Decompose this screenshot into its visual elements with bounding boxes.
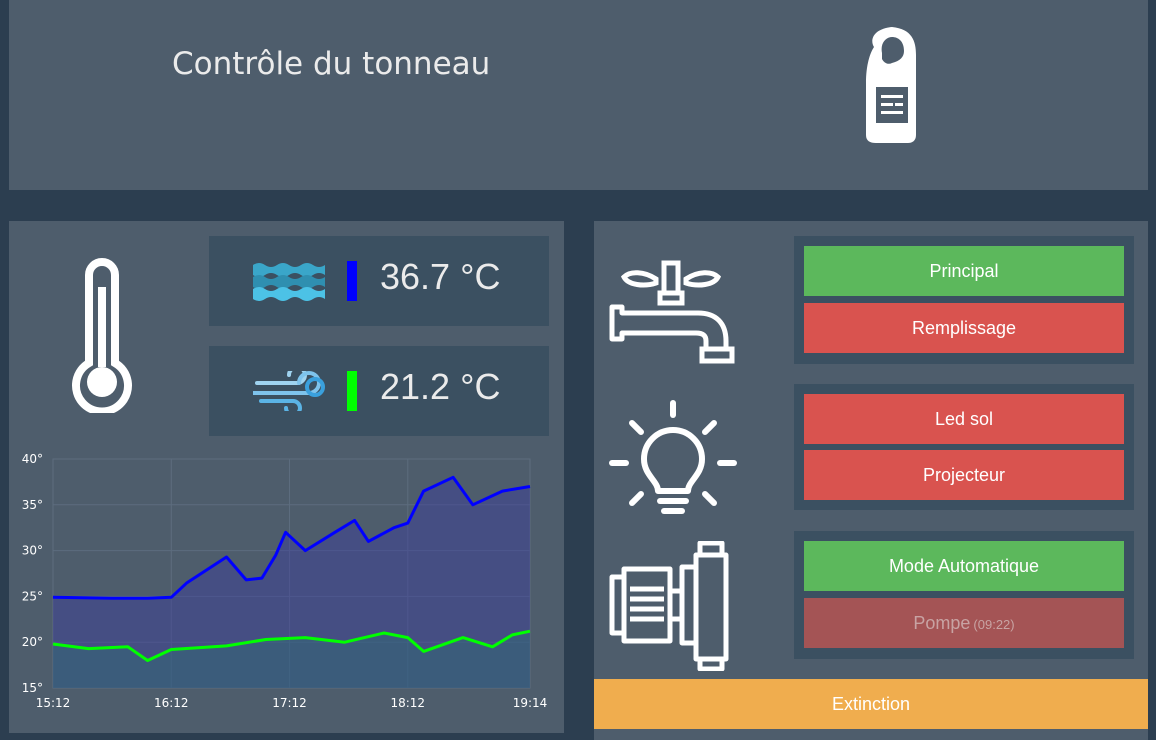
chart-y-tick-label: 30° <box>22 544 43 558</box>
air-series-color <box>347 371 357 411</box>
chart-x-tick-label: 15:12 <box>36 696 71 710</box>
pump-icon <box>609 541 729 671</box>
led-sol-button[interactable]: Led sol <box>804 394 1124 444</box>
temperature-chart: 40° 35° 30° 25° 20° 15°15:12 16:12 17:12 18:12 19… <box>22 452 548 710</box>
page-title: Contrôle du tonneau <box>172 46 491 82</box>
water-series-color <box>347 261 357 301</box>
pump-controls-group: Mode Automatique Pompe (09:22) <box>794 531 1134 659</box>
chart-x-tick-label: 17:12 <box>272 696 307 710</box>
water-controls-group: Principal Remplissage <box>794 236 1134 364</box>
chart-x-tick-label: 18:12 <box>390 696 425 710</box>
temperature-panel: 36.7 °C 21.2 °C 40° 35° 30° 25° 20° 15° 15:12 1… <box>9 221 564 733</box>
chart-y-tick-label: 35° <box>22 498 43 512</box>
header-panel: Contrôle du tonneau <box>9 0 1148 190</box>
pompe-label: Pompe <box>913 612 971 633</box>
thermometer-icon <box>72 258 132 413</box>
mode-automatique-button[interactable]: Mode Automatique <box>804 541 1124 591</box>
pompe-button[interactable]: Pompe (09:22) <box>804 598 1124 648</box>
light-bulb-icon <box>609 400 737 514</box>
chart-y-tick-label: 20° <box>22 635 43 649</box>
door-hanger-icon <box>866 27 916 143</box>
wind-icon <box>253 371 325 411</box>
water-waves-icon <box>253 263 325 301</box>
extinction-button[interactable]: Extinction <box>594 679 1148 729</box>
chart-y-tick-label: 25° <box>22 589 43 603</box>
water-temperature-value: 36.7 °C <box>380 256 501 297</box>
water-tap-icon <box>609 260 735 364</box>
chart-y-tick-label: 15° <box>22 681 43 695</box>
water-temperature-box: 36.7 °C <box>209 236 549 326</box>
light-controls-group: Led sol Projecteur <box>794 384 1134 510</box>
air-temperature-box: 21.2 °C <box>209 346 549 436</box>
principal-button[interactable]: Principal <box>804 246 1124 296</box>
chart-y-tick-label: 40° <box>22 452 43 466</box>
controls-panel: Principal Remplissage Led sol Projecteur… <box>594 221 1148 740</box>
chart-x-tick-label: 19:14 <box>513 696 548 710</box>
pompe-timer: (09:22) <box>973 617 1015 632</box>
chart-x-tick-label: 16:12 <box>154 696 189 710</box>
remplissage-button[interactable]: Remplissage <box>804 303 1124 353</box>
projecteur-button[interactable]: Projecteur <box>804 450 1124 500</box>
air-temperature-value: 21.2 °C <box>380 366 501 407</box>
